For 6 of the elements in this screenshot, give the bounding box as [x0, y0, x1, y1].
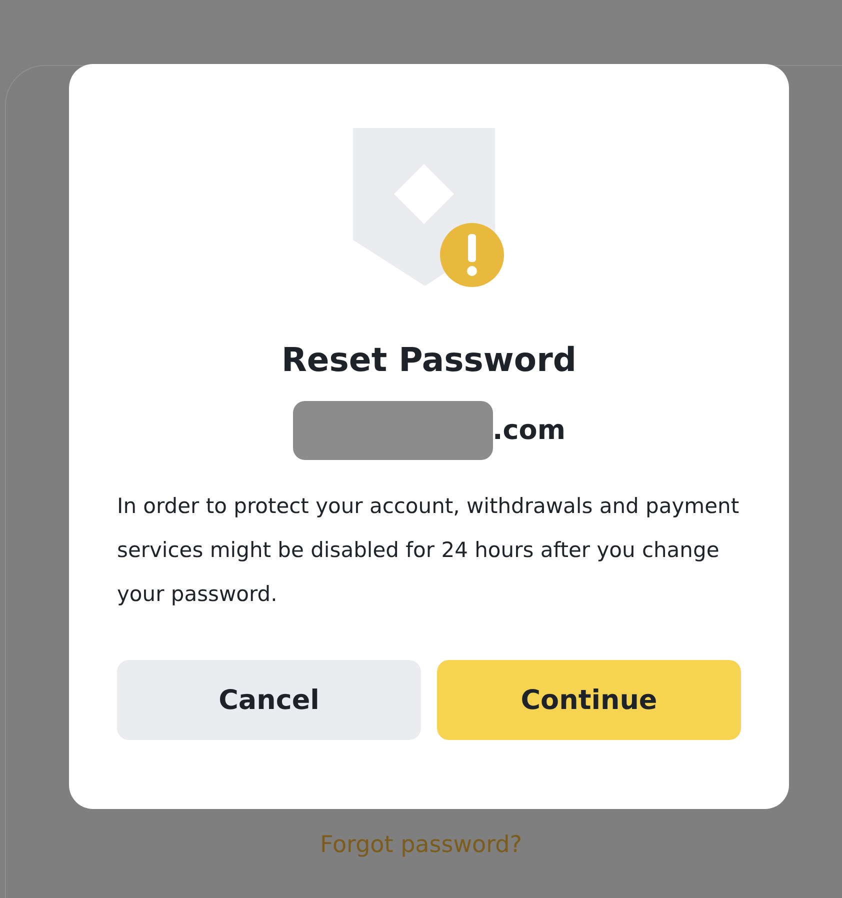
cancel-button[interactable]: Cancel	[117, 660, 421, 740]
warning-message: In order to protect your account, withdrawals and payment services might be disabled for 24 hours after you change your password.	[117, 493, 740, 608]
email-address: .com	[492, 415, 566, 446]
continue-button[interactable]: Continue	[437, 660, 741, 740]
dialog-title: Reset Password	[282, 340, 576, 379]
shield-warning-icon	[353, 128, 505, 288]
